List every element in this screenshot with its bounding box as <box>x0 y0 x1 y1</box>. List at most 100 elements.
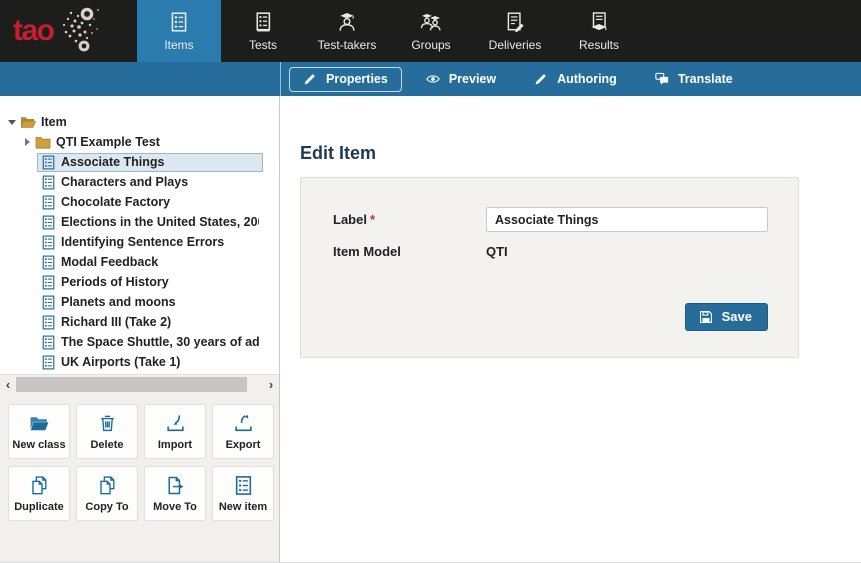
save-floppy-icon <box>699 310 713 324</box>
tab-tests[interactable]: Tests <box>221 0 305 62</box>
tree-item-modal-feedback[interactable]: Modal Feedback <box>0 252 279 272</box>
scroll-left-icon[interactable]: ‹ <box>0 378 16 391</box>
save-row: Save <box>333 303 768 331</box>
tree-item-label: Richard III (Take 2) <box>61 315 171 329</box>
delete-label: Delete <box>90 439 123 451</box>
tree-item-label: Periods of History <box>61 275 169 289</box>
tree-item-label: Chocolate Factory <box>61 195 170 209</box>
save-label: Save <box>722 309 752 324</box>
tao-logo[interactable]: tao <box>0 0 137 62</box>
tab-groups[interactable]: Groups <box>389 0 473 62</box>
item-list-icon <box>41 335 56 350</box>
tree-class-item[interactable]: Item <box>0 112 279 132</box>
tests-list-icon <box>252 11 274 33</box>
export-button[interactable]: Export <box>212 404 274 459</box>
tree-class-item-label: Item <box>41 115 67 129</box>
tree-action-buttons: New class Delete Imp <box>0 394 279 563</box>
top-nav: tao <box>0 0 861 62</box>
new-class-folder-icon <box>29 413 50 434</box>
item-tree: Item QTI Example Test <box>0 96 279 374</box>
delete-button[interactable]: Delete <box>76 404 138 459</box>
tab-groups-label: Groups <box>411 38 450 52</box>
item-list-icon <box>41 355 56 370</box>
item-list-icon <box>41 295 56 310</box>
translate-label: Translate <box>678 72 733 87</box>
label-input[interactable] <box>486 207 768 232</box>
eye-icon <box>426 72 440 86</box>
required-marker: * <box>370 212 375 227</box>
copy-to-label: Copy To <box>85 501 128 513</box>
item-tree-panel: Item QTI Example Test <box>0 96 280 563</box>
preview-button[interactable]: Preview <box>412 67 510 92</box>
item-model-value: QTI <box>486 244 508 259</box>
import-button[interactable]: Import <box>144 404 206 459</box>
move-icon <box>165 475 186 496</box>
tree-item-planets-and-moons[interactable]: Planets and moons <box>0 292 279 312</box>
new-class-button[interactable]: New class <box>8 404 70 459</box>
tao-backoffice-window: tao <box>0 0 861 563</box>
tree-item-associate-things[interactable]: Associate Things <box>0 152 279 172</box>
tree-item-identifying-sentence-errors[interactable]: Identifying Sentence Errors <box>0 232 279 252</box>
tree-item-characters-and-plays[interactable]: Characters and Plays <box>0 172 279 192</box>
save-button[interactable]: Save <box>685 303 768 331</box>
new-item-button[interactable]: New item <box>212 466 274 521</box>
tree-item-periods-of-history[interactable]: Periods of History <box>0 272 279 292</box>
folder-closed-icon <box>35 134 51 150</box>
tree-item-elections-us-2004[interactable]: Elections in the United States, 2004 <box>0 212 279 232</box>
pencil-icon <box>534 72 548 86</box>
properties-button[interactable]: Properties <box>289 67 402 92</box>
tab-results[interactable]: Results <box>557 0 641 62</box>
expander-expand-icon[interactable] <box>25 138 30 146</box>
tab-items[interactable]: Items <box>137 0 221 62</box>
test-taker-icon <box>336 11 358 33</box>
item-list-icon <box>41 235 56 250</box>
tree-item-label: Characters and Plays <box>61 175 188 189</box>
tree-item-label: Modal Feedback <box>61 255 158 269</box>
action-bar-spacer <box>0 62 281 96</box>
copy-to-button[interactable]: Copy To <box>76 466 138 521</box>
tree-item-label: Elections in the United States, 2004 <box>61 215 259 229</box>
label-field-label: Label* <box>333 212 486 227</box>
tab-tests-label: Tests <box>249 38 277 52</box>
new-item-label: New item <box>219 501 267 513</box>
groups-icon <box>420 11 442 33</box>
scroll-right-icon[interactable]: › <box>263 378 279 391</box>
authoring-label: Authoring <box>557 72 617 87</box>
authoring-button[interactable]: Authoring <box>520 67 631 92</box>
tab-results-label: Results <box>579 38 619 52</box>
tree-class-qti-label: QTI Example Test <box>56 135 160 149</box>
export-icon <box>233 413 254 434</box>
duplicate-icon <box>29 475 50 496</box>
tao-logo-burst-icon <box>56 5 102 55</box>
tree-item-space-shuttle[interactable]: The Space Shuttle, 30 years of adventur <box>0 332 279 352</box>
page-title: Edit Item <box>300 143 861 164</box>
tab-deliveries-label: Deliveries <box>489 38 542 52</box>
tao-logo-text: tao <box>13 16 54 46</box>
item-list-icon <box>41 315 56 330</box>
tree-selection-highlight: Associate Things <box>37 153 263 172</box>
tree-item-label: Planets and moons <box>61 295 176 309</box>
duplicate-button[interactable]: Duplicate <box>8 466 70 521</box>
tree-item-label: Identifying Sentence Errors <box>61 235 224 249</box>
items-list-icon <box>168 11 190 33</box>
expander-collapse-icon[interactable] <box>8 120 16 125</box>
item-properties-form: Label* Item Model QTI Save <box>300 177 799 358</box>
tree-horizontal-scrollbar[interactable]: ‹ › <box>0 374 279 394</box>
item-list-icon <box>41 195 56 210</box>
tree-item-chocolate-factory[interactable]: Chocolate Factory <box>0 192 279 212</box>
folder-open-icon <box>20 114 36 130</box>
move-to-button[interactable]: Move To <box>144 466 206 521</box>
copy-icon <box>97 475 118 496</box>
item-list-icon <box>41 155 56 170</box>
tree-item-richard-iii-take-2[interactable]: Richard III (Take 2) <box>0 312 279 332</box>
tab-test-takers[interactable]: Test-takers <box>305 0 389 62</box>
import-icon <box>165 413 186 434</box>
tree-item-uk-airports-take-1[interactable]: UK Airports (Take 1) <box>0 352 279 372</box>
item-action-bar: Properties Preview Authoring Translate <box>0 62 861 96</box>
tab-deliveries[interactable]: Deliveries <box>473 0 557 62</box>
preview-label: Preview <box>449 72 496 87</box>
move-to-label: Move To <box>153 501 197 513</box>
scrollbar-thumb[interactable] <box>16 377 247 392</box>
tree-class-qti-example-test[interactable]: QTI Example Test <box>0 132 279 152</box>
translate-button[interactable]: Translate <box>641 67 747 92</box>
